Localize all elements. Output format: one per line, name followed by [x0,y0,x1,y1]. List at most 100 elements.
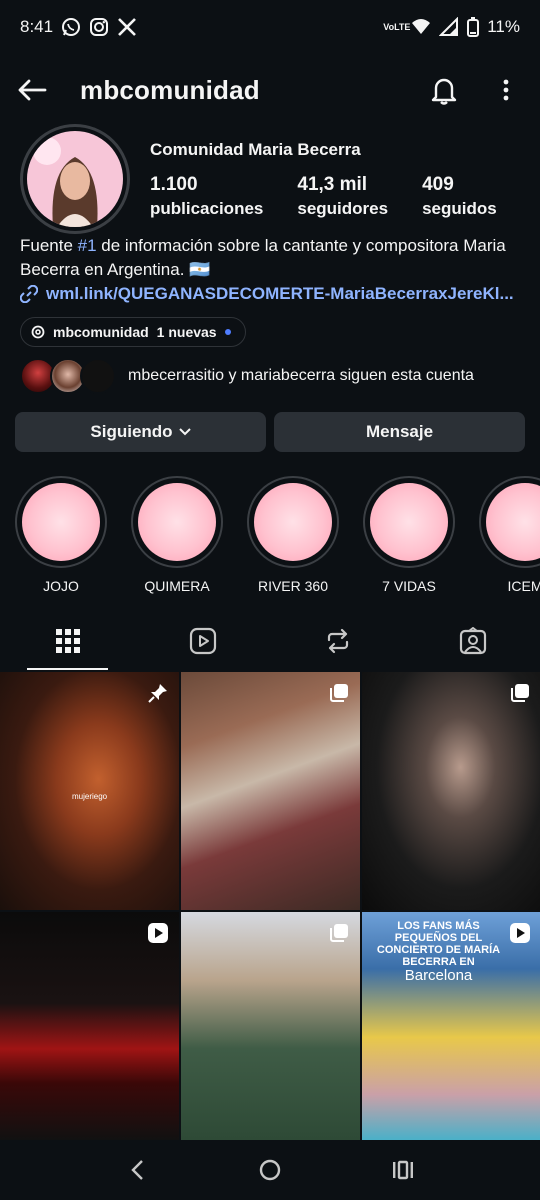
highlight-cover [363,476,455,568]
highlight-item[interactable]: ICEM [479,476,540,596]
carousel-icon [511,684,529,702]
nav-recents-button[interactable] [383,1150,423,1190]
threads-icon [31,325,45,339]
reel-icon [148,923,168,943]
stat-label: publicaciones [150,199,264,218]
tab-reels[interactable] [135,612,270,670]
following-button[interactable]: Siguiendo [15,412,266,452]
highlight-label: QUIMERA [144,578,210,594]
carousel-icon [330,684,348,702]
status-bar: 8:41 VoLTE 11% [0,0,540,54]
profile-header: mbcomunidad [0,62,540,118]
grid-icon [55,629,80,653]
highlight-cover [247,476,339,568]
notifications-button[interactable] [424,70,464,110]
system-navigation-bar [0,1140,540,1200]
bell-icon [431,78,457,105]
mutual-avatars [20,356,120,396]
post-caption-text: LOS FANS MÁS PEQUEÑOS DEL CONCIERTO DE M… [376,920,501,968]
threads-new-count: 1 nuevas [156,324,217,340]
tab-tagged[interactable] [405,612,540,670]
profile-summary: Comunidad Maria Becerra 1.100 publicacio… [20,124,520,234]
stat-value: 41,3 mil [297,174,368,195]
carousel-icon [330,924,348,942]
wifi-icon [412,19,431,34]
page-title: mbcomunidad [80,74,260,105]
highlight-label: ICEM [507,578,540,594]
post-watermark: mujeriego [72,792,108,801]
highlight-label: 7 VIDAS [382,578,436,594]
display-name: Comunidad Maria Becerra [150,140,361,159]
bio: Fuente #1 de información sobre la cantan… [20,234,520,282]
highlight-cover [479,476,540,568]
highlight-label: JOJO [43,578,79,594]
battery-icon [467,17,480,37]
followed-by[interactable]: mbecerrasitio y mariabecerra siguen esta… [20,354,520,398]
stat-value: 409 [422,174,454,195]
highlight-item[interactable]: RIVER 360 [247,476,339,596]
home-circle-icon [259,1159,281,1181]
link-icon [20,285,38,303]
stat-following[interactable]: 409 seguidos [422,174,497,222]
bio-link-text: wml.link/QUEGANASDECOMERTE-MariaBecerrax… [46,284,514,303]
tab-posts-grid[interactable] [0,612,135,670]
reels-icon [189,627,216,655]
bio-hashtag[interactable]: #1 [78,236,97,255]
followed-by-text: mbecerrasitio y mariabecerra siguen esta… [128,367,474,384]
stat-followers[interactable]: 41,3 mil seguidores [297,174,388,222]
battery-percent: 11% [487,17,520,36]
tab-reposts[interactable] [270,612,405,670]
stat-value: 1.100 [150,174,198,195]
highlight-cover [15,476,107,568]
network-type: VoLTE [383,21,411,32]
whatsapp-icon [62,18,81,36]
threads-handle: mbcomunidad [53,324,149,340]
status-time: 8:41 [20,17,54,36]
unread-dot [224,329,231,335]
highlight-item[interactable]: JOJO [15,476,107,596]
reel-icon [510,923,530,943]
profile-actions: Siguiendo Mensaje [15,412,525,452]
post-tile[interactable] [362,672,540,910]
posts-grid: mujeriego LOS FANS MÁS PEQUEÑOS DEL CONC… [0,672,540,1140]
back-button[interactable] [14,72,50,108]
signal-icon [439,17,459,36]
highlight-cover [131,476,223,568]
arrow-left-icon [18,79,47,101]
threads-badge[interactable]: mbcomunidad 1 nuevas [20,317,246,347]
profile-photo [27,131,123,227]
post-tile[interactable]: mujeriego [0,672,179,910]
post-tile[interactable] [181,912,360,1140]
post-caption-city: Barcelona [404,967,473,984]
stat-posts[interactable]: 1.100 publicaciones [150,174,263,222]
nav-back-button[interactable] [117,1150,157,1190]
pin-icon [148,684,167,703]
bio-link[interactable]: wml.link/QUEGANASDECOMERTE-MariaBecerrax… [20,284,525,304]
highlight-label: RIVER 360 [257,578,329,594]
nav-home-button[interactable] [250,1150,290,1190]
profile-stats: 1.100 publicaciones 41,3 mil seguidores … [150,174,497,222]
post-tile[interactable]: LOS FANS MÁS PEQUEÑOS DEL CONCIERTO DE M… [362,912,540,1140]
highlight-item[interactable]: 7 VIDAS [363,476,455,596]
profile-tabs [0,612,540,670]
post-caption: LOS FANS MÁS PEQUEÑOS DEL CONCIERTO DE M… [370,920,507,984]
instagram-icon [90,18,109,36]
message-button[interactable]: Mensaje [274,412,525,452]
following-label: Siguiendo [90,422,173,441]
avatar[interactable] [20,124,130,234]
recents-icon [393,1160,414,1180]
story-highlights: JOJO QUIMERA RIVER 360 7 VIDAS ICEM [15,476,540,596]
repost-icon [327,628,348,654]
more-options-button[interactable] [486,70,526,110]
stat-label: seguidores [297,199,389,218]
highlight-item[interactable]: QUIMERA [131,476,223,596]
chevron-left-icon [130,1160,143,1180]
post-tile[interactable] [0,912,179,1140]
more-vertical-icon [503,79,509,101]
message-label: Mensaje [365,422,434,441]
x-icon [118,18,137,36]
bio-prefix: Fuente [20,236,78,255]
tagged-user-icon [459,627,486,655]
post-tile[interactable] [181,672,360,910]
chevron-down-icon [178,428,191,436]
